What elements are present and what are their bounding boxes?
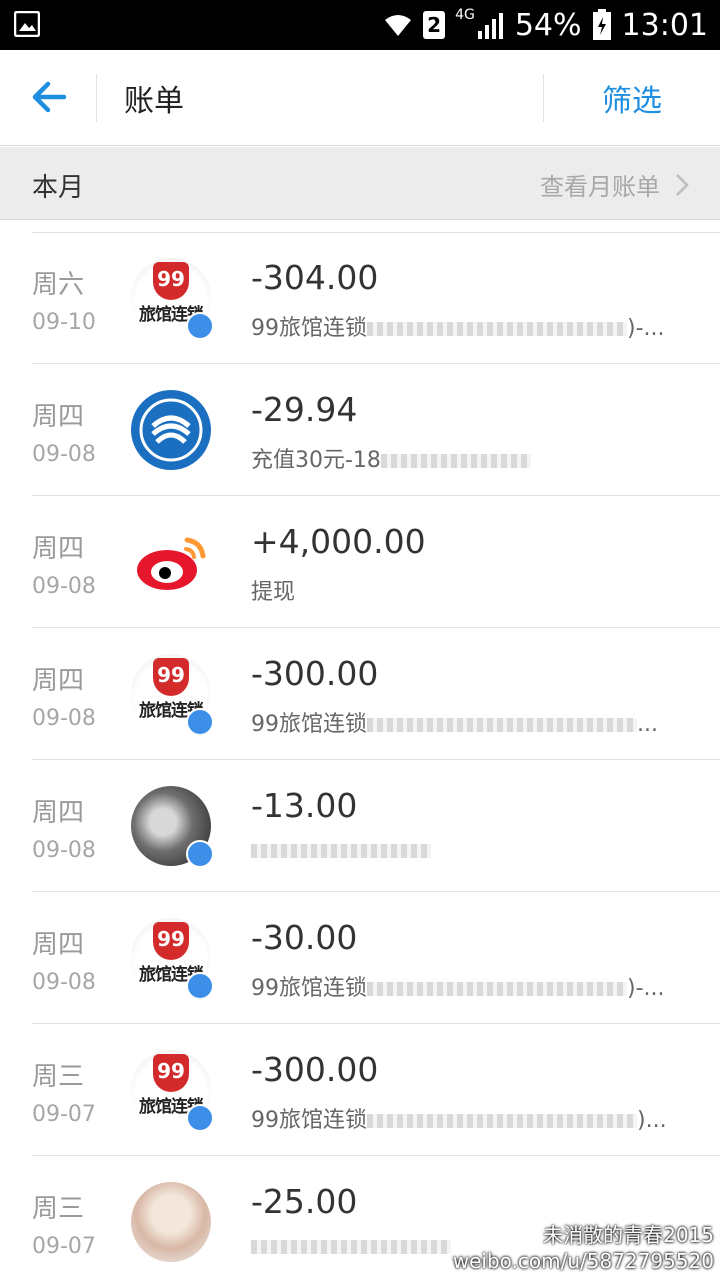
- hotel-logo-icon: 99: [153, 922, 189, 960]
- page-title: 账单: [124, 84, 184, 119]
- monthly-bill-link-label: 查看月账单: [540, 173, 660, 201]
- redacted-text: [367, 718, 637, 732]
- image-icon: [14, 11, 40, 37]
- monthly-bill-link[interactable]: 查看月账单: [540, 167, 690, 202]
- date: 09-07: [32, 1102, 96, 1127]
- back-button[interactable]: [24, 72, 74, 122]
- app-header: 账单 筛选: [0, 50, 720, 146]
- verified-icon: [186, 1104, 214, 1132]
- user-avatar: [131, 1182, 211, 1262]
- redacted-text: [251, 1240, 451, 1254]
- hotel-logo-icon: 99: [153, 658, 189, 696]
- china-mobile-logo-icon: [139, 398, 203, 462]
- transaction-row[interactable]: 周三 09-07 99 旅馆连锁 -300.00 99旅馆连锁)...: [0, 1024, 720, 1156]
- hotel-logo-icon: 99: [153, 262, 189, 300]
- network-type-label: 4G: [455, 7, 475, 23]
- description: 充值30元-18: [251, 442, 691, 474]
- verified-icon: [186, 840, 214, 868]
- redacted-text: [251, 844, 431, 858]
- transaction-row[interactable]: 周四 09-08 +4,000.00 提现: [0, 496, 720, 628]
- header-divider: [543, 74, 544, 122]
- hotel-logo-icon: 99: [153, 1054, 189, 1092]
- amount: +4,000.00: [251, 522, 426, 561]
- transaction-list: 周六 09-10 99 旅馆连锁 -304.00 99旅馆连锁)-... 周四 …: [0, 232, 720, 1280]
- verified-icon: [186, 312, 214, 340]
- redacted-text: [380, 454, 531, 468]
- description: 99旅馆连锁...: [251, 712, 658, 737]
- date: 09-08: [32, 706, 96, 731]
- description: 99旅馆连锁)-...: [251, 976, 665, 1001]
- redacted-text: [367, 1114, 637, 1128]
- description: 99旅馆连锁)...: [251, 1108, 667, 1133]
- battery-icon: [592, 9, 611, 40]
- weekday: 周四: [32, 666, 85, 696]
- back-arrow-icon: [32, 81, 67, 113]
- filter-button[interactable]: 筛选: [602, 76, 662, 120]
- sim-icon: 2: [423, 11, 446, 39]
- weekday: 周四: [32, 930, 85, 960]
- date: 09-08: [32, 442, 96, 467]
- date: 09-10: [32, 310, 96, 335]
- redacted-text: [367, 322, 627, 336]
- merchant-avatar: [131, 522, 211, 602]
- weekday: 周四: [32, 402, 85, 432]
- weibo-logo-icon: [137, 537, 206, 590]
- date: 09-08: [32, 838, 96, 863]
- clock: 13:01: [621, 7, 708, 43]
- date: 09-07: [32, 1234, 96, 1259]
- amount: -30.00: [251, 918, 358, 957]
- amount: -304.00: [251, 258, 379, 297]
- wifi-icon: [385, 15, 412, 36]
- amount: -300.00: [251, 654, 379, 693]
- watermark-line-1: 未消散的青春2015: [543, 1223, 714, 1247]
- amount: -25.00: [251, 1182, 358, 1221]
- transaction-row[interactable]: 周四 09-08 -29.94 充值30元-18: [0, 364, 720, 496]
- merchant-avatar: [131, 390, 211, 470]
- watermark: 未消散的青春2015 weibo.com/u/5872795520: [453, 1222, 714, 1274]
- transaction-row[interactable]: 周四 09-08 99 旅馆连锁 -300.00 99旅馆连锁...: [0, 628, 720, 760]
- description: 提现: [251, 580, 296, 605]
- weekday: 周三: [32, 1194, 85, 1224]
- chevron-right-icon: [676, 173, 689, 196]
- weekday: 周三: [32, 1062, 85, 1092]
- header-divider: [96, 74, 97, 122]
- weekday: 周四: [32, 534, 85, 564]
- signal-icon: [477, 13, 503, 39]
- transaction-row[interactable]: 周六 09-10 99 旅馆连锁 -304.00 99旅馆连锁)-...: [0, 232, 720, 364]
- weekday: 周四: [32, 798, 85, 828]
- weekday: 周六: [32, 270, 85, 300]
- description: 99旅馆连锁)-...: [251, 316, 665, 341]
- status-bar: 2 4G 54% 13:01: [0, 0, 720, 50]
- verified-icon: [186, 708, 214, 736]
- amount: -29.94: [251, 390, 358, 429]
- month-section-header: 本月 查看月账单: [0, 147, 720, 220]
- transaction-row[interactable]: 周四 09-08 -13.00: [0, 760, 720, 892]
- month-label: 本月: [32, 173, 85, 203]
- watermark-line-2: weibo.com/u/5872795520: [452, 1249, 714, 1273]
- date: 09-08: [32, 574, 96, 599]
- redacted-text: [367, 982, 627, 996]
- description: [251, 838, 691, 863]
- verified-icon: [186, 972, 214, 1000]
- amount: -300.00: [251, 1050, 379, 1089]
- amount: -13.00: [251, 786, 358, 825]
- date: 09-08: [32, 970, 96, 995]
- transaction-row[interactable]: 周四 09-08 99 旅馆连锁 -30.00 99旅馆连锁)-...: [0, 892, 720, 1024]
- battery-percent: 54%: [514, 7, 582, 43]
